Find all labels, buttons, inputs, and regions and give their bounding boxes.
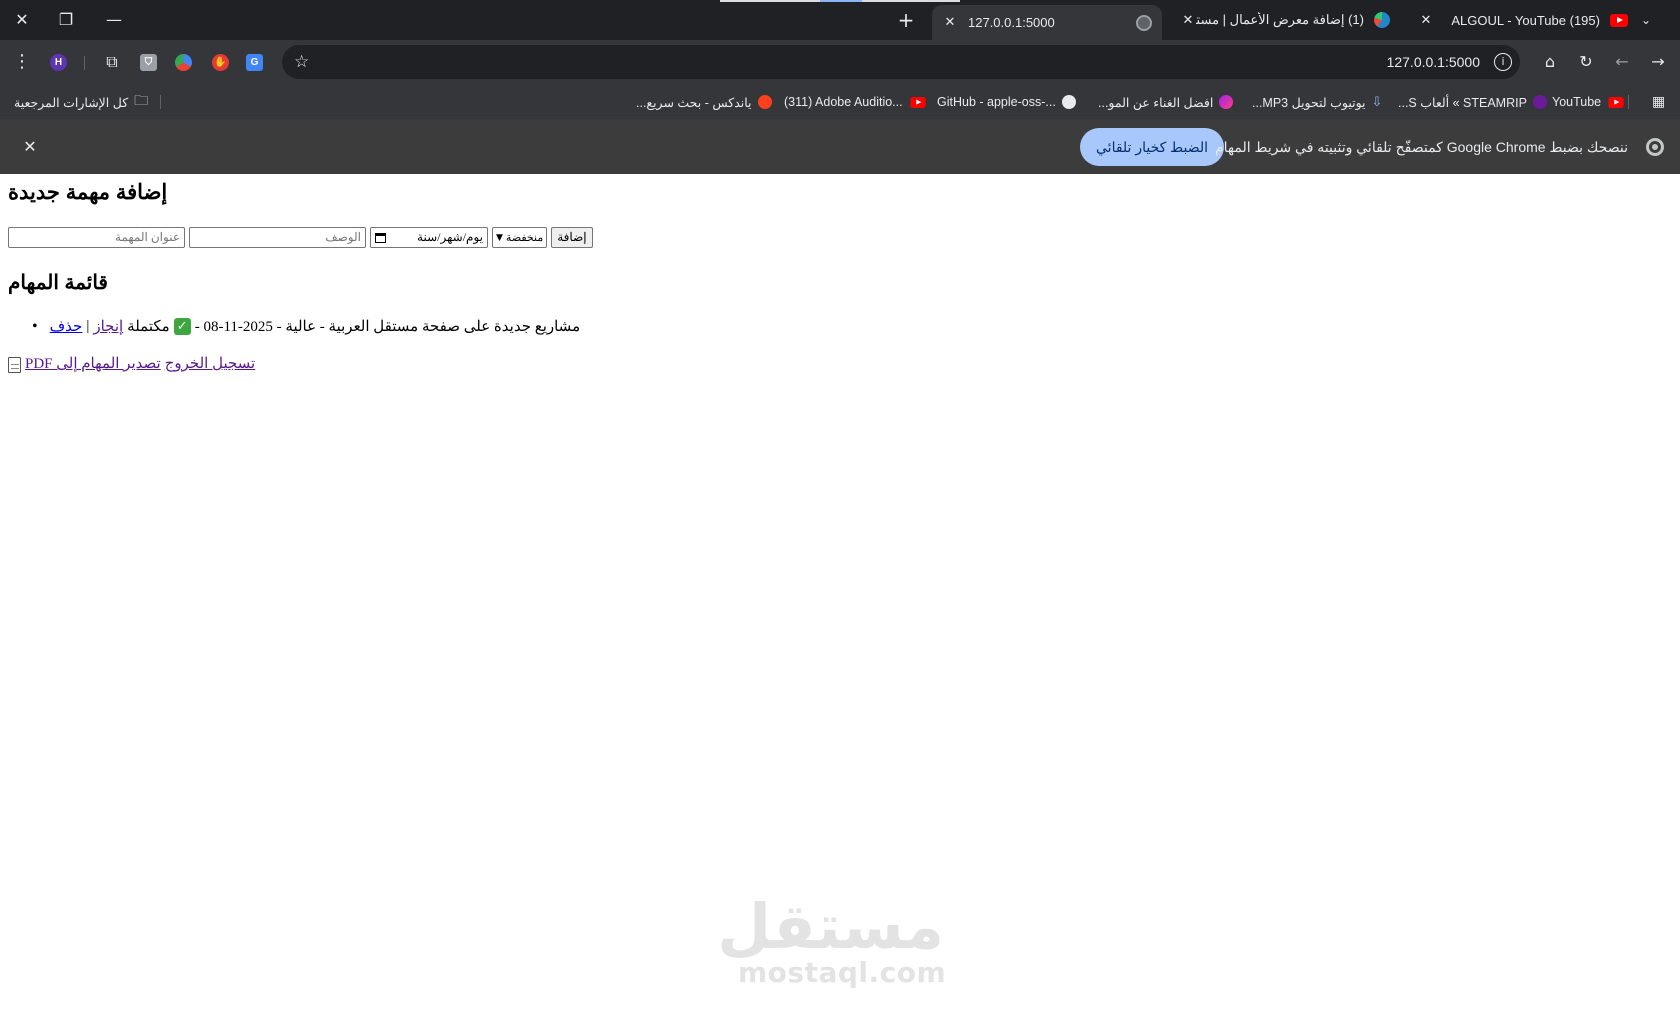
reload-icon[interactable]: ↻: [1572, 48, 1600, 76]
watermark-latin: mostaql.com: [738, 956, 947, 989]
list-item: حذف | إنجاز مكتملة ✓ مشاريع جديدة على صف…: [32, 317, 580, 336]
priority-selected-value: منخفضة: [505, 232, 544, 244]
apps-grid-icon[interactable]: ▦: [1652, 84, 1665, 120]
bookmark-label: YouTube: [1552, 95, 1602, 109]
document-icon: [8, 356, 21, 373]
bookmark-star-icon[interactable]: ☆: [294, 45, 309, 79]
tab-localhost[interactable]: ✕ 127.0.0.1:5000: [932, 5, 1162, 40]
download-icon: ⇩: [1371, 94, 1383, 110]
shield-icon[interactable]: ⛉: [140, 54, 157, 71]
toolbar-separator: [84, 56, 85, 70]
bookmark-label: ياندكس - بحث سريع...: [636, 95, 752, 110]
bookmark-label: افضل الغناء عن المو...: [1098, 95, 1214, 110]
check-mark-icon: ✓: [173, 318, 191, 335]
tab-title: 127.0.0.1:5000: [968, 15, 1055, 30]
youtube-icon: [1608, 96, 1624, 108]
github-icon: [1061, 95, 1076, 109]
bookmark-label: GitHub - apple-oss-...: [937, 95, 1056, 109]
chrome-icon: [1646, 138, 1664, 156]
adblock-icon[interactable]: ✋: [212, 54, 229, 71]
window-restore-icon[interactable]: ❐: [52, 6, 80, 34]
chevron-down-icon: ▼: [496, 232, 503, 243]
menu-kebab-icon[interactable]: ⋮: [8, 48, 36, 76]
tab-loading-indicator: [720, 0, 960, 2]
mostaql-icon: [1374, 12, 1390, 28]
task-title-input[interactable]: [8, 227, 185, 248]
add-task-form: يوم/شهر/سنة ▼ منخفضة إضافة: [8, 227, 593, 248]
footer-links: تصدير المهام إلى PDF تسجيل الخروج: [8, 354, 255, 373]
calendar-icon[interactable]: [375, 232, 386, 243]
all-bookmarks-button[interactable]: كل الإشارات المرجعية 🗀: [14, 84, 148, 120]
infobar-message: ننصحك بضبط Google Chrome كمتصفّح تلقائي …: [1215, 139, 1628, 155]
profile-avatar[interactable]: H: [50, 54, 67, 71]
globe-icon: [1136, 14, 1152, 31]
link-separator: |: [86, 318, 90, 334]
tab-title: (195) ALGOUL - YouTube: [1451, 12, 1600, 28]
task-list-heading: قائمة المهام: [8, 272, 108, 294]
bookmarks-bar: كل الإشارات المرجعية 🗀 ياندكس - بحث سريع…: [0, 84, 1680, 120]
tab-title: (1) إضافة معرض الأعمال | مستقل: [1196, 12, 1364, 27]
tab-mostaql[interactable]: ✕ (1) إضافة معرض الأعمال | مستقل: [1170, 5, 1400, 35]
back-arrow-icon[interactable]: ←: [1608, 48, 1636, 76]
address-bar[interactable]: ☆ 127.0.0.1:5000 i: [282, 45, 1520, 79]
watermark-arabic: مستقل: [717, 890, 944, 963]
extensions-puzzle-icon[interactable]: ⧉: [98, 48, 126, 76]
folder-icon: 🗀: [134, 93, 149, 109]
bookmark-github[interactable]: GitHub - apple-oss-...: [937, 84, 1076, 120]
yandex-icon: [757, 95, 772, 109]
bookmark-yandex[interactable]: ياندكس - بحث سريع...: [636, 84, 772, 120]
youtube-icon: [1610, 13, 1628, 27]
site-info-icon[interactable]: i: [1494, 53, 1512, 71]
complete-task-link[interactable]: إنجاز: [93, 317, 123, 336]
mostaql-watermark: مستقل mostaql.com: [717, 890, 947, 989]
new-tab-button[interactable]: +: [892, 6, 920, 34]
bookmark-label: (311) Adobe Auditio...: [784, 95, 903, 109]
bookmark-best-singing[interactable]: افضل الغناء عن المو...: [1098, 84, 1234, 120]
extension-colorful-icon[interactable]: [175, 54, 192, 71]
address-url: 127.0.0.1:5000: [1386, 54, 1480, 70]
tab-search-chevron-down-icon[interactable]: ⌄: [1632, 6, 1660, 34]
task-text: مشاريع جديدة على صفحة مستقل العربية - عا…: [194, 319, 581, 335]
bookmark-steamrip[interactable]: STEAMRIP » ألعاب S...: [1398, 84, 1547, 120]
logout-link[interactable]: تسجيل الخروج: [165, 354, 256, 373]
date-placeholder: يوم/شهر/سنة: [417, 230, 483, 244]
infobar-close-icon[interactable]: ✕: [16, 133, 44, 161]
add-task-heading: إضافة مهمة جديدة: [8, 181, 168, 204]
tab-close-icon[interactable]: ✕: [942, 15, 958, 30]
youtube-icon: [909, 96, 926, 108]
forward-arrow-icon[interactable]: →: [1644, 48, 1672, 76]
delete-task-link[interactable]: حذف: [50, 317, 83, 336]
bookmark-label: يوتيوب لتحويل MP3...: [1252, 95, 1366, 110]
google-translate-icon[interactable]: G: [246, 54, 263, 71]
task-list: حذف | إنجاز مكتملة ✓ مشاريع جديدة على صف…: [32, 317, 580, 336]
bookmark-label: STEAMRIP » ألعاب S...: [1398, 95, 1527, 110]
home-icon[interactable]: ⌂: [1536, 48, 1564, 76]
priority-select[interactable]: ▼ منخفضة: [492, 227, 548, 248]
browser-toolbar: ⋮ H ⧉ ⛉ ✋ G ☆ 127.0.0.1:5000 i ⌂ ↻ ← →: [0, 40, 1680, 84]
task-status: مكتملة: [127, 319, 170, 335]
bookmark-adobe-audition[interactable]: (311) Adobe Auditio...: [784, 84, 927, 120]
export-pdf-label: تصدير المهام إلى PDF: [25, 356, 161, 372]
bookmarks-separator: [160, 95, 161, 109]
window-minimize-icon[interactable]: —: [100, 6, 128, 34]
tab-strip: ✕ ❐ — + ✕ 127.0.0.1:5000 ✕ (1) إضافة معر…: [0, 0, 1680, 40]
steamrip-icon: [1532, 95, 1547, 109]
bookmark-youtube[interactable]: YouTube: [1552, 84, 1625, 120]
task-description-input[interactable]: [189, 227, 366, 248]
tab-youtube[interactable]: ✕ (195) ALGOUL - YouTube: [1408, 5, 1638, 35]
due-date-input[interactable]: يوم/شهر/سنة: [370, 227, 488, 248]
page-content: إضافة مهمة جديدة يوم/شهر/سنة ▼ منخفضة إض…: [0, 174, 1680, 1010]
bookmark-youtube-mp3[interactable]: يوتيوب لتحويل MP3... ⇩: [1252, 84, 1382, 120]
messenger-icon: [1219, 95, 1234, 109]
window-close-icon[interactable]: ✕: [8, 6, 36, 34]
set-default-button[interactable]: الضبط كخيار تلقائي: [1080, 128, 1224, 166]
all-bookmarks-label: كل الإشارات المرجعية: [14, 95, 129, 110]
add-task-button[interactable]: إضافة: [551, 227, 593, 248]
bookmarks-separator: [1628, 95, 1629, 109]
tab-close-icon[interactable]: ✕: [1180, 13, 1196, 28]
tab-close-icon[interactable]: ✕: [1418, 13, 1434, 28]
default-browser-infobar: ✕ الضبط كخيار تلقائي ننصحك بضبط Google C…: [0, 120, 1680, 174]
export-pdf-link[interactable]: تصدير المهام إلى PDF: [8, 354, 161, 373]
